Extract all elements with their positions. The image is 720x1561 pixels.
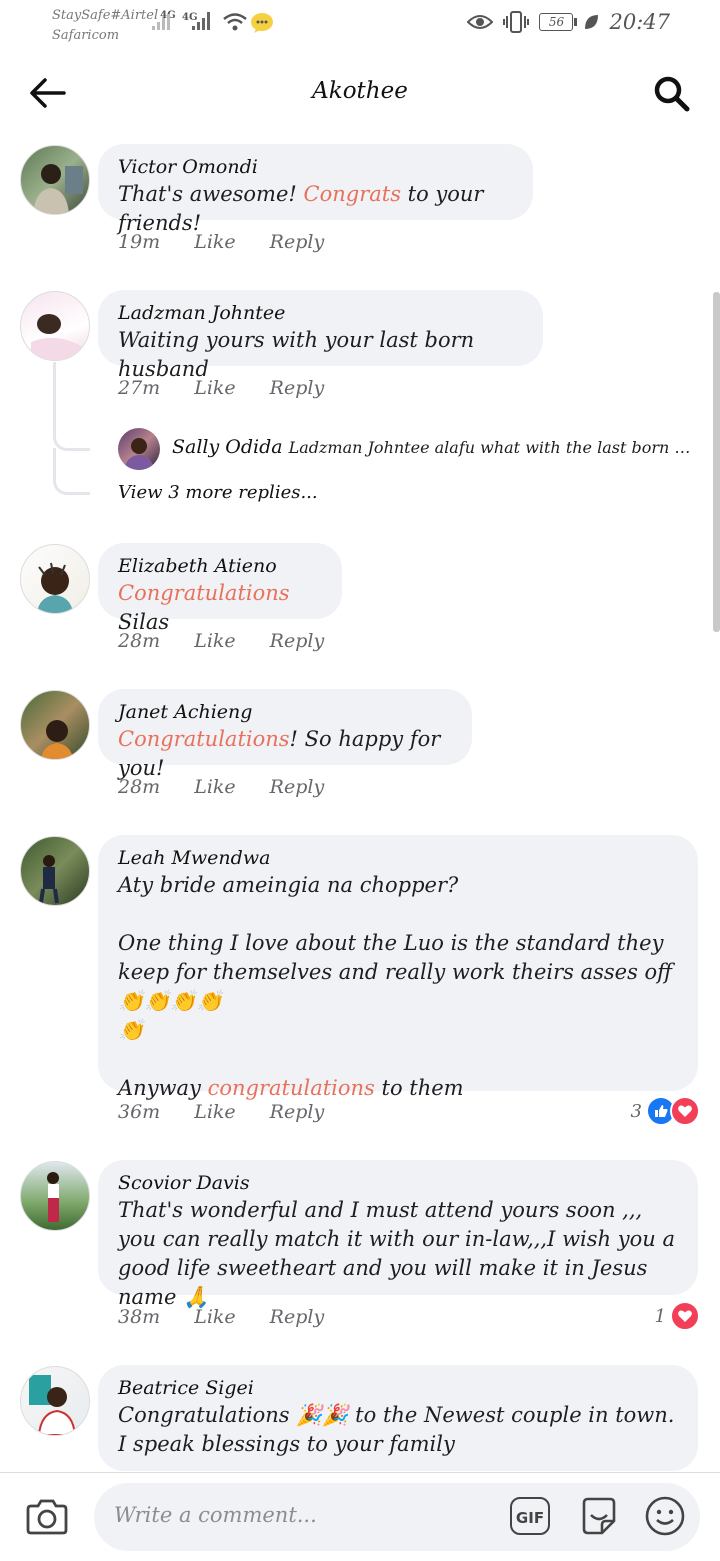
comment-input[interactable]: Write a comment... GIF: [94, 1483, 700, 1551]
reply-text: Sally Odida Ladzman Johntee alafu what wi…: [172, 436, 702, 458]
avatar[interactable]: [20, 1366, 90, 1436]
comment-text: That's wonderful and I must attend yours…: [118, 1198, 682, 1309]
avatar[interactable]: [20, 291, 90, 361]
comment-text: Congratulations! So happy for you!: [118, 727, 447, 780]
comment-input-placeholder: Write a comment...: [114, 1503, 317, 1527]
sticker-icon[interactable]: [578, 1495, 620, 1537]
avatar[interactable]: [20, 690, 90, 760]
comment-actions: 28m Like Reply: [118, 630, 358, 652]
comment-timestamp: 19m: [118, 231, 161, 253]
reply-button[interactable]: Reply: [270, 377, 325, 399]
comment-timestamp: 27m: [118, 377, 161, 399]
love-reaction-icon: [670, 1096, 700, 1126]
comment-actions: 19m Like Reply: [118, 231, 358, 253]
avatar[interactable]: [20, 836, 90, 906]
comment-author[interactable]: Leah Mwendwa: [118, 845, 678, 871]
comment-bubble[interactable]: Ladzman Johntee Waiting yours with your …: [98, 290, 543, 381]
like-button[interactable]: Like: [194, 776, 235, 798]
highlight-link[interactable]: Congratulations: [118, 581, 290, 605]
page-title: Akothee: [312, 78, 408, 104]
comment-text: Congratulations 🎉🎉 to the Newest couple …: [118, 1403, 682, 1456]
comment-actions: 28m Like Reply: [118, 776, 358, 798]
comment-bubble[interactable]: Leah Mwendwa Aty bride ameingia na chopp…: [98, 835, 698, 1100]
avatar[interactable]: [20, 1161, 90, 1231]
vibrate-icon: [503, 11, 530, 33]
comment-author[interactable]: Scovior Davis: [118, 1170, 678, 1196]
comment-timestamp: 28m: [118, 776, 161, 798]
search-icon[interactable]: [652, 74, 692, 114]
status-bar: StaySafe#Airtel4G Safaricom 4G 56 20:47: [0, 0, 720, 50]
reaction-count: 1: [654, 1305, 666, 1327]
comment-author[interactable]: Janet Achieng: [118, 699, 452, 725]
reaction-count: 3: [630, 1100, 642, 1122]
reply-button[interactable]: Reply: [270, 231, 325, 253]
reaction-summary[interactable]: 1: [655, 1301, 700, 1331]
highlight-link[interactable]: Congratulations: [118, 727, 290, 751]
reply-button[interactable]: Reply: [270, 630, 325, 652]
avatar[interactable]: [20, 145, 90, 215]
header-bar: Akothee: [0, 60, 720, 124]
emoji-icon[interactable]: [644, 1495, 686, 1537]
scrollbar[interactable]: [713, 292, 720, 632]
highlight-link[interactable]: congratulations: [208, 1076, 375, 1100]
comment-bubble[interactable]: Elizabeth Atieno Congratulations Silas: [98, 543, 342, 634]
camera-icon[interactable]: [24, 1497, 70, 1537]
comment-timestamp: 38m: [118, 1306, 161, 1328]
comment-actions: 36m Like Reply: [118, 1101, 358, 1123]
avatar[interactable]: [20, 544, 90, 614]
like-button[interactable]: Like: [194, 377, 235, 399]
messenger-notification-icon: [251, 13, 273, 33]
comment-timestamp: 28m: [118, 630, 161, 652]
comment-bubble[interactable]: Scovior Davis That's wonderful and I mus…: [98, 1160, 698, 1309]
comment-text: Congratulations Silas: [118, 581, 297, 634]
battery-level: 56: [548, 15, 565, 29]
love-reaction-icon: [670, 1301, 700, 1331]
reaction-summary[interactable]: 3: [631, 1096, 700, 1126]
signal-icon: [192, 12, 214, 30]
carrier-1: StaySafe#Airtel: [52, 8, 159, 23]
avatar[interactable]: [118, 428, 160, 470]
view-more-replies-link[interactable]: View 3 more replies...: [118, 482, 318, 503]
thread-line: [53, 448, 90, 495]
like-button[interactable]: Like: [194, 630, 235, 652]
comment-timestamp: 36m: [118, 1101, 161, 1123]
comment-bubble[interactable]: Beatrice Sigei Congratulations 🎉🎉 to the…: [98, 1365, 698, 1471]
comment-author[interactable]: Ladzman Johntee: [118, 300, 523, 326]
comment-author[interactable]: Victor Omondi: [118, 154, 513, 180]
like-button[interactable]: Like: [194, 1101, 235, 1123]
comment-author[interactable]: Beatrice Sigei: [118, 1375, 678, 1401]
comment-text: That's awesome! Congrats to your friends…: [118, 182, 491, 235]
comment-bubble[interactable]: Victor Omondi That's awesome! Congrats t…: [98, 144, 533, 235]
highlight-link[interactable]: Congrats: [304, 182, 401, 206]
like-button[interactable]: Like: [194, 1306, 235, 1328]
signal-weak-icon: [152, 12, 174, 30]
like-button[interactable]: Like: [194, 231, 235, 253]
carrier-2: Safaricom: [52, 28, 120, 43]
comment-actions: 38m Like Reply: [118, 1306, 358, 1328]
right-status-group: 56 20:47: [467, 10, 670, 34]
comment-composer: Write a comment... GIF: [0, 1472, 720, 1561]
comment-text: Waiting yours with your last born husban…: [118, 328, 481, 381]
reply-preview[interactable]: Sally Odida Ladzman Johntee alafu what wi…: [118, 428, 702, 470]
reply-button[interactable]: Reply: [270, 1306, 325, 1328]
comment-bubble[interactable]: Janet Achieng Congratulations! So happy …: [98, 689, 472, 780]
reply-author[interactable]: Sally Odida: [172, 436, 283, 458]
reply-button[interactable]: Reply: [270, 776, 325, 798]
reply-button[interactable]: Reply: [270, 1101, 325, 1123]
thread-line: [53, 362, 90, 451]
gif-button[interactable]: GIF: [510, 1497, 550, 1535]
comment-author[interactable]: Elizabeth Atieno: [118, 553, 322, 579]
eye-comfort-icon: [467, 15, 494, 29]
clock: 20:47: [609, 10, 670, 34]
battery-indicator: 56: [539, 13, 578, 31]
comment-actions: 27m Like Reply: [118, 377, 358, 399]
wifi-icon: [223, 13, 247, 31]
comment-text: Aty bride ameingia na chopper? One thing…: [118, 873, 673, 1100]
battery-saver-leaf-icon: [585, 15, 599, 29]
